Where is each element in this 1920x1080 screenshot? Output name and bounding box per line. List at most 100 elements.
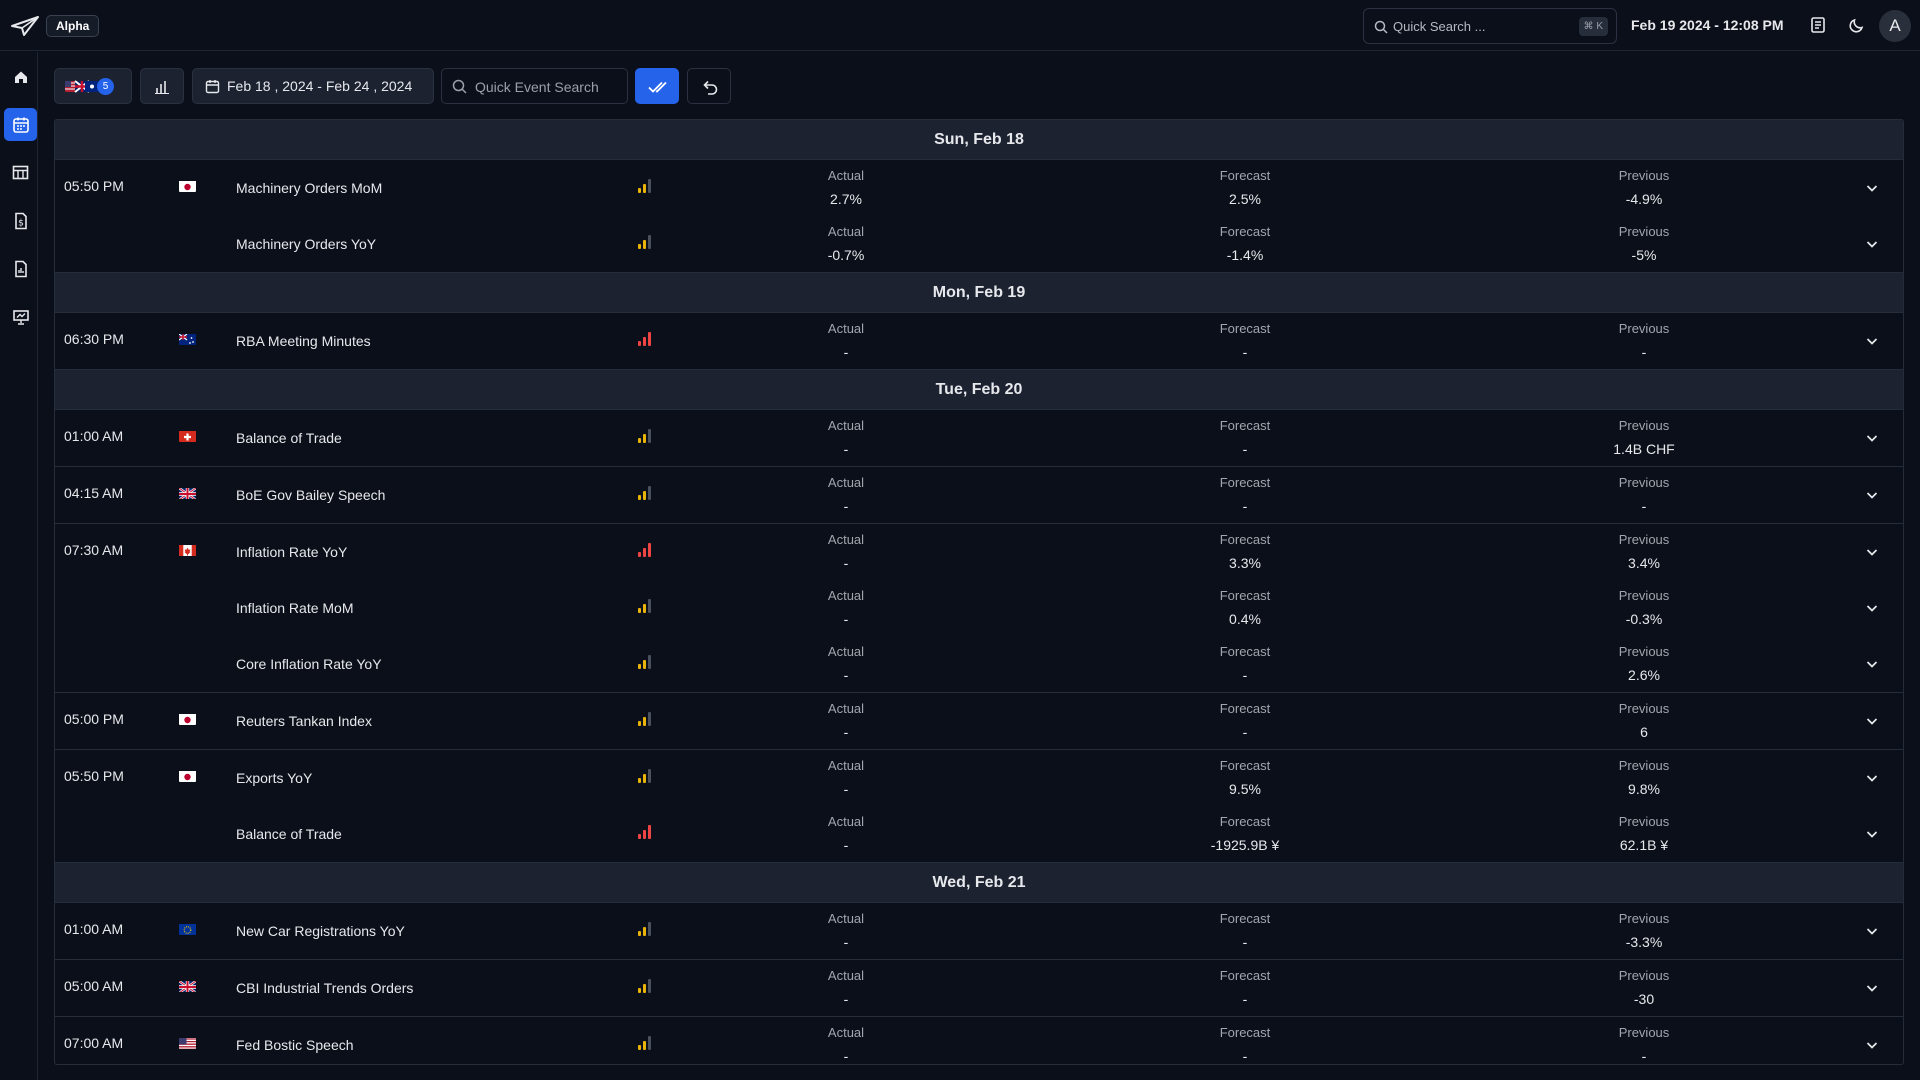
forecast-label: Forecast (1219, 532, 1271, 547)
event-row[interactable]: 07:00 AM Fed Bostic Speech Actual - Forecast… (55, 1017, 1903, 1064)
sidebar-item-invoice[interactable]: $ (4, 204, 37, 237)
actual-value: - (843, 837, 849, 853)
previous-label: Previous (1618, 224, 1670, 239)
table-icon (12, 165, 29, 180)
chevron-down-icon[interactable] (1864, 430, 1880, 446)
chevron-down-icon[interactable] (1864, 180, 1880, 196)
notes-icon[interactable] (1808, 15, 1828, 35)
impact-medium-icon (638, 978, 654, 993)
chevron-down-icon[interactable] (1864, 236, 1880, 252)
chevron-down-icon[interactable] (1864, 923, 1880, 939)
actual-cell: Actual - (776, 701, 916, 740)
event-row[interactable]: 05:50 PM Exports YoY Actual - Forecast 9.5% Pr… (55, 750, 1903, 806)
actual-cell: Actual - (776, 911, 916, 950)
event-group: 07:30 AM Inflation Rate YoY Actual - Forecas… (55, 524, 1903, 693)
actual-value: -0.7% (827, 247, 865, 263)
flag-ca-icon (179, 544, 196, 556)
chevron-down-icon[interactable] (1864, 600, 1880, 616)
event-row[interactable]: 07:30 AM Inflation Rate YoY Actual - Forecas… (55, 524, 1903, 580)
previous-label: Previous (1618, 475, 1670, 490)
event-row[interactable]: Inflation Rate MoM Actual - Forecast 0.4% Pre… (55, 580, 1903, 636)
event-name: RBA Meeting Minutes (236, 333, 371, 349)
sidebar-item-report[interactable] (4, 252, 37, 285)
chevron-down-icon[interactable] (1864, 487, 1880, 503)
impact-medium-icon (638, 921, 654, 936)
actual-value: - (843, 667, 849, 683)
event-group: 01:00 AM New Car Registrations YoY Actual -… (55, 903, 1903, 960)
date-range-picker[interactable]: Feb 18 , 2024 - Feb 24 , 2024 (192, 68, 434, 104)
event-search-input[interactable]: Quick Event Search (441, 68, 628, 104)
quick-search-input[interactable]: Quick Search ... ⌘ K (1363, 8, 1617, 44)
previous-value: 9.8% (1628, 781, 1660, 797)
reset-filters-button[interactable] (687, 68, 731, 104)
event-name: Machinery Orders YoY (236, 236, 377, 252)
dark-mode-icon[interactable] (1847, 15, 1867, 35)
previous-value: 6 (1640, 724, 1648, 740)
event-row[interactable]: 05:00 PM Reuters Tankan Index Actual - Forec… (55, 693, 1903, 749)
day-header: Mon, Feb 19 (55, 273, 1903, 313)
impact-medium-icon (638, 1035, 654, 1050)
forecast-value: - (1242, 498, 1248, 514)
day-header: Tue, Feb 20 (55, 370, 1903, 410)
event-row[interactable]: 06:30 PM RBA Meeting Minutes Actual - Foreca… (55, 313, 1903, 369)
event-time: 06:30 PM (64, 331, 124, 347)
event-name: CBI Industrial Trends Orders (236, 980, 414, 996)
event-group: 05:00 PM Reuters Tankan Index Actual - Forec… (55, 693, 1903, 750)
undo-icon (703, 80, 718, 95)
event-time: 05:50 PM (64, 178, 124, 194)
event-row[interactable]: 01:00 AM Balance of Trade Actual - Forecast -… (55, 410, 1903, 466)
sidebar-item-table[interactable] (4, 156, 37, 189)
forecast-cell: Forecast - (1175, 911, 1315, 950)
chevron-down-icon[interactable] (1864, 980, 1880, 996)
event-row[interactable]: 04:15 AM BoE Gov Bailey Speech Actual - Fore… (55, 467, 1903, 523)
previous-value: -0.3% (1625, 611, 1663, 627)
sidebar-item-presentation[interactable] (4, 300, 37, 333)
actual-label: Actual (827, 224, 865, 239)
chevron-down-icon[interactable] (1864, 333, 1880, 349)
chevron-down-icon[interactable] (1864, 713, 1880, 729)
event-name: BoE Gov Bailey Speech (236, 487, 386, 503)
app-logo-icon[interactable] (10, 14, 40, 38)
presentation-chart-icon (12, 309, 29, 325)
sidebar-item-home[interactable] (4, 60, 37, 93)
actual-value: - (843, 934, 849, 950)
flag-gb-icon (179, 980, 196, 992)
sidebar: $ (0, 52, 38, 1080)
chevron-down-icon[interactable] (1864, 544, 1880, 560)
search-icon (452, 79, 467, 94)
event-row[interactable]: 05:00 AM CBI Industrial Trends Orders Actu… (55, 960, 1903, 1016)
event-row[interactable]: Balance of Trade Actual - Forecast -1925.9B … (55, 806, 1903, 862)
previous-value: -5% (1631, 247, 1657, 263)
forecast-label: Forecast (1219, 224, 1271, 239)
sidebar-item-calendar[interactable] (4, 108, 37, 141)
forecast-value: 0.4% (1229, 611, 1261, 627)
country-filter-button[interactable]: 5 (54, 68, 132, 104)
actual-label: Actual (827, 475, 865, 490)
apply-filters-button[interactable] (635, 68, 679, 104)
chevron-down-icon[interactable] (1864, 826, 1880, 842)
event-group: 05:50 PM Exports YoY Actual - Forecast 9.5% Pr… (55, 750, 1903, 863)
actual-cell: Actual - (776, 418, 916, 457)
forecast-value: -1925.9B ¥ (1210, 837, 1280, 853)
chevron-down-icon[interactable] (1864, 770, 1880, 786)
actual-label: Actual (827, 321, 865, 336)
event-row[interactable]: 05:50 PM Machinery Orders MoM Actual 2.7% Fo… (55, 160, 1903, 216)
forecast-label: Forecast (1219, 968, 1271, 983)
avatar[interactable]: A (1879, 10, 1911, 42)
event-time: 07:00 AM (64, 1035, 124, 1051)
event-row[interactable]: 01:00 AM New Car Registrations YoY Actual -… (55, 903, 1903, 959)
impact-medium-icon (638, 598, 654, 613)
chevron-down-icon[interactable] (1864, 656, 1880, 672)
impact-filter-button[interactable] (140, 68, 184, 104)
event-row[interactable]: Core Inflation Rate YoY Actual - Forecast - P… (55, 636, 1903, 692)
calendar-icon (205, 80, 220, 94)
previous-label: Previous (1618, 532, 1670, 547)
previous-cell: Previous -3.3% (1574, 911, 1714, 950)
quick-search-placeholder: Quick Search ... (1393, 19, 1486, 34)
actual-label: Actual (827, 1025, 865, 1040)
chevron-down-icon[interactable] (1864, 1037, 1880, 1053)
event-group: 07:00 AM Fed Bostic Speech Actual - Forecast… (55, 1017, 1903, 1064)
forecast-value: - (1242, 724, 1248, 740)
previous-label: Previous (1618, 168, 1670, 183)
event-row[interactable]: Machinery Orders YoY Actual -0.7% Forecast -… (55, 216, 1903, 272)
